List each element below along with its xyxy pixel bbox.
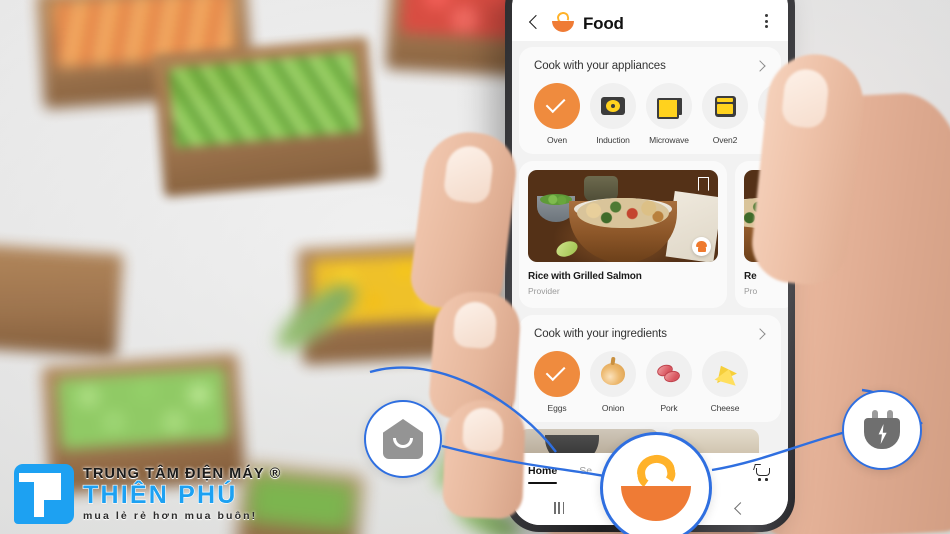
page-title: Food (583, 14, 624, 33)
watermark-logo: TRUNG TÂM ĐIỆN MÁY ® THIÊN PHÚ mua lẻ rẻ… (14, 464, 281, 524)
recipe-photo (528, 170, 718, 262)
watermark-line-1: TRUNG TÂM ĐIỆN MÁY ® (83, 465, 282, 482)
recents-icon[interactable] (554, 502, 565, 514)
food-badge[interactable] (600, 432, 712, 534)
home-badge[interactable] (364, 400, 442, 478)
induction-cooktop-icon (601, 97, 625, 115)
app-scroll-body[interactable]: Cook with your appliances Oven Induction… (512, 41, 788, 453)
chip-circle (534, 351, 580, 397)
recipe-provider: Pro (744, 286, 758, 296)
chip-circle (646, 351, 692, 397)
watermark-line-2: THIÊN PHÚ (82, 481, 238, 509)
food-bowl-icon (552, 10, 574, 32)
chip-label: Onion (601, 403, 625, 413)
ingredient-chip-eggs[interactable]: Eggs (534, 351, 580, 413)
onion-icon (601, 363, 625, 385)
ingredients-panel: Cook with your ingredients Eggs Onion Po… (519, 315, 781, 422)
chef-hat-icon[interactable] (692, 237, 711, 256)
appliances-section-header[interactable]: Cook with your appliances (519, 59, 781, 72)
chip-label: Oven2 (712, 135, 738, 145)
chip-label: Oven (547, 135, 567, 145)
chip-label: Cheese (710, 403, 740, 413)
more-vertical-icon[interactable] (757, 11, 775, 31)
hand-finger (441, 398, 527, 520)
microwave-icon (656, 97, 682, 119)
appliances-section-title: Cook with your appliances (534, 59, 666, 72)
appliance-chip-row[interactable]: Oven Induction Microwave Oven2 (519, 83, 781, 145)
recipe-title: Rice with Grilled Salmon (528, 271, 642, 282)
watermark-text: TRUNG TÂM ĐIỆN MÁY ® THIÊN PHÚ mua lẻ rẻ… (82, 465, 282, 522)
ingredient-chip-cheese[interactable]: Cheese (702, 351, 748, 413)
appliance-chip-induction[interactable]: Induction (590, 83, 636, 145)
back-chevron-icon[interactable] (525, 13, 543, 31)
chevron-right-icon[interactable] (754, 59, 767, 72)
shopping-cart-icon[interactable] (753, 464, 772, 481)
chip-circle (702, 83, 748, 129)
oven-icon (714, 95, 736, 117)
check-icon (545, 93, 566, 114)
chip-circle (646, 83, 692, 129)
android-back-icon[interactable] (732, 501, 746, 515)
cheese-icon (711, 360, 740, 386)
ingredient-chip-row[interactable]: Eggs Onion Pork Cheese (519, 351, 781, 413)
chip-circle (534, 83, 580, 129)
app-header: Food (512, 0, 788, 41)
ingredients-section-title: Cook with your ingredients (534, 327, 667, 340)
appliance-chip-microwave[interactable]: Microwave (646, 83, 692, 145)
ingredient-chip-onion[interactable]: Onion (590, 351, 636, 413)
food-bowl-icon (620, 451, 692, 521)
power-plug-icon (861, 409, 903, 451)
pork-icon (655, 362, 681, 384)
produce-crate-pasta (0, 242, 124, 358)
recipe-carousel[interactable]: Rice with Grilled Salmon Provider Re Pro (512, 161, 788, 308)
chevron-right-icon[interactable] (754, 327, 767, 340)
chip-label: Induction (596, 135, 630, 145)
thien-phu-logo-mark (14, 464, 74, 524)
tab-search[interactable]: Se (579, 460, 592, 484)
promo-screenshot: Food Cook with your appliances Oven Indu… (0, 0, 950, 534)
tab-home[interactable]: Home (528, 460, 558, 485)
appliance-chip-oven2[interactable]: Oven2 (702, 83, 748, 145)
chip-label: Microwave (649, 135, 689, 145)
watermark-line-3: mua lẻ rẻ hơn mua buôn! (83, 510, 258, 522)
chip-circle (590, 83, 636, 129)
chip-circle (590, 351, 636, 397)
recipe-provider: Provider (528, 286, 560, 296)
produce-crate-green-bean (152, 36, 380, 198)
appliances-panel: Cook with your appliances Oven Induction… (519, 47, 781, 154)
chip-label: Eggs (547, 403, 567, 413)
chip-label: Pork (660, 403, 678, 413)
check-icon (545, 361, 566, 382)
appliance-chip-oven[interactable]: Oven (534, 83, 580, 145)
chip-circle (702, 351, 748, 397)
power-badge[interactable] (842, 390, 922, 470)
smartthings-home-icon (383, 419, 423, 459)
recipe-card[interactable]: Rice with Grilled Salmon Provider (519, 161, 727, 308)
ingredient-chip-pork[interactable]: Pork (646, 351, 692, 413)
bookmark-icon[interactable] (698, 177, 709, 191)
ingredients-section-header[interactable]: Cook with your ingredients (519, 327, 781, 340)
